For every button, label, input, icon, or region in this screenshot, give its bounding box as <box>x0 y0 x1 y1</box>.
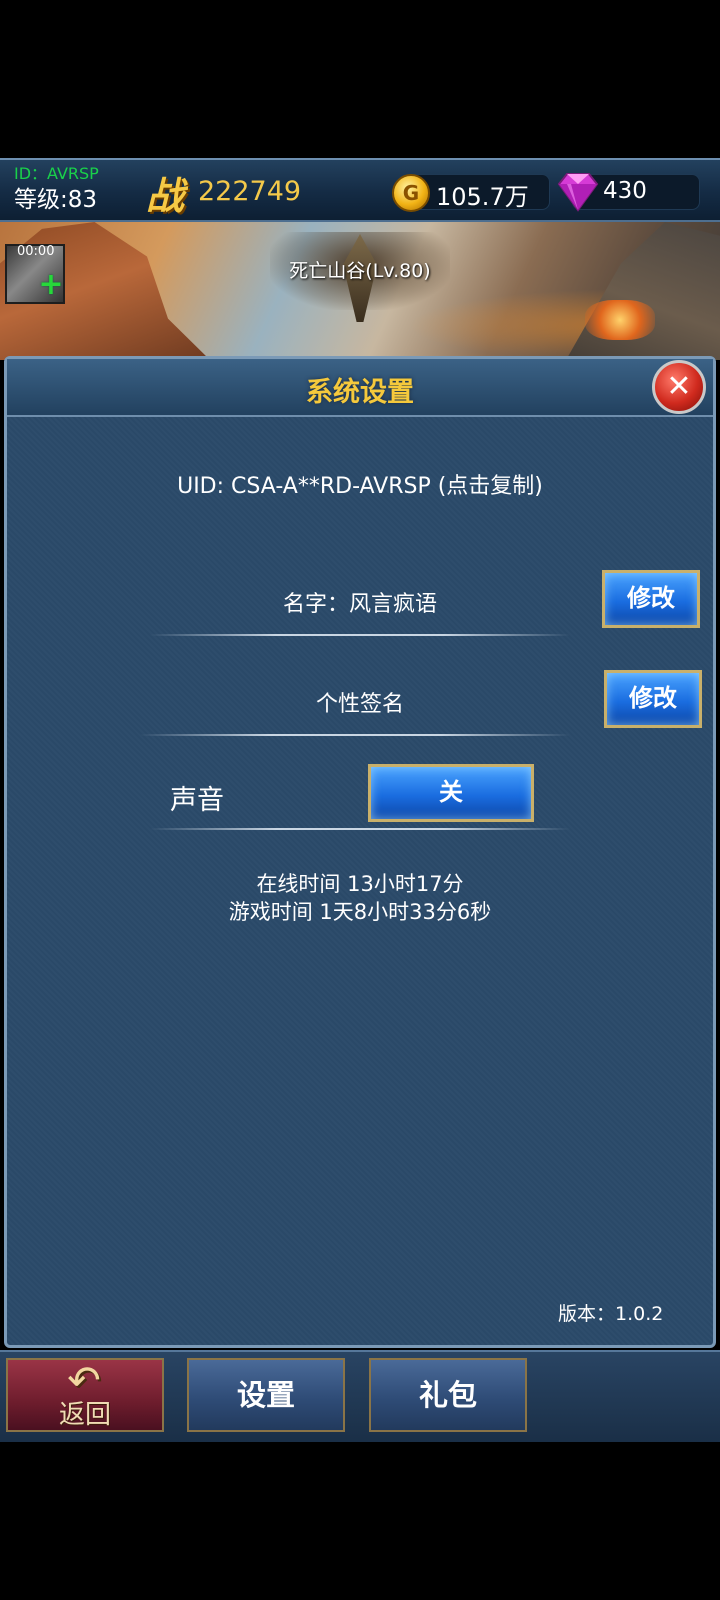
gold-coin-icon: G <box>392 174 430 212</box>
settings-panel <box>4 356 716 1348</box>
gift-tab[interactable]: 礼包 <box>369 1358 527 1432</box>
map-name[interactable]: 死亡山谷(Lv.80) <box>240 256 480 283</box>
combat-power-icon: 战 <box>146 173 185 218</box>
divider <box>150 828 570 830</box>
close-button[interactable]: ✕ <box>652 360 706 414</box>
edit-signature-button[interactable]: 修改 <box>604 670 702 728</box>
player-level: 等级:83 <box>14 187 98 213</box>
gold-value: 105.7万 <box>436 183 529 211</box>
diamond-icon <box>557 173 599 212</box>
divider <box>150 634 570 636</box>
version-text: 版本：1.0.2 <box>558 1303 664 1325</box>
settings-tab[interactable]: 设置 <box>187 1358 345 1432</box>
back-label: 返回 <box>58 1400 111 1430</box>
buff-timer: 00:00 <box>17 244 55 259</box>
close-icon: ✕ <box>666 369 692 404</box>
combat-power-value: 222749 <box>198 176 302 207</box>
sound-toggle-button[interactable]: 关 <box>368 764 534 822</box>
edit-name-button[interactable]: 修改 <box>602 570 700 628</box>
divider <box>140 734 570 736</box>
gem-value: 430 <box>603 178 647 204</box>
player-name-label: 名字：风言疯语 <box>282 592 437 617</box>
online-time: 在线时间 13小时17分 <box>256 872 464 896</box>
burning-building <box>585 300 655 340</box>
signature-label: 个性签名 <box>315 692 404 717</box>
panel-title: 系统设置 <box>306 377 414 408</box>
uid-copy-text[interactable]: UID: CSA-A**RD-AVRSP (点击复制) <box>0 468 720 500</box>
play-time: 游戏时间 1天8小时33分6秒 <box>228 900 492 924</box>
sound-label: 声音 <box>170 785 224 816</box>
plus-icon[interactable]: + <box>38 270 64 300</box>
